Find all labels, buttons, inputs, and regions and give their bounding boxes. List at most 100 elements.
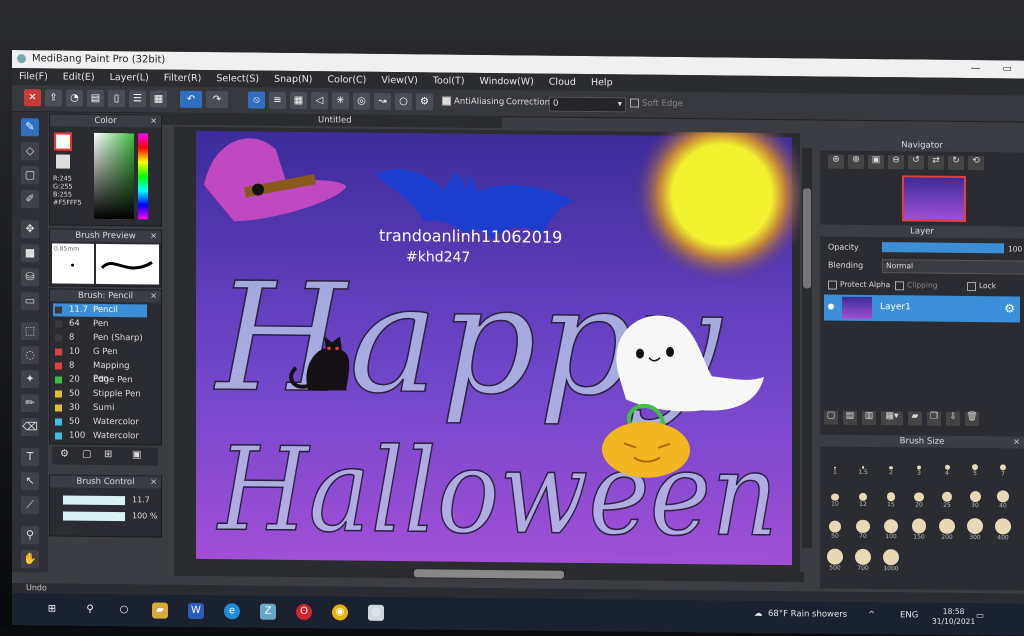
brush-size-cell[interactable]: 7 [990,452,1016,480]
snap-settings-icon[interactable]: ⚙ [416,93,433,111]
brush-size-cell[interactable]: 300 [962,516,988,544]
search-icon[interactable]: ⚲ [82,602,98,618]
lang-indicator[interactable]: ENG [900,610,918,620]
share-icon[interactable]: ⇪ [45,89,62,107]
close-icon[interactable]: ✕ [150,115,157,127]
circle-snap-icon[interactable]: ◎ [353,92,370,110]
text-tool-icon[interactable]: T [21,448,39,467]
start-icon[interactable]: ⊞ [44,601,60,617]
brush-size-cell[interactable]: 2 [878,451,904,479]
brush-size-cell[interactable]: 4 [934,452,960,480]
brush-list-item[interactable]: 100 Watercolor [53,429,147,443]
lasso-tool-icon[interactable]: ◌ [21,346,39,365]
new-brush-icon[interactable]: ▢ [82,449,91,460]
soft-edge-checkbox[interactable] [630,98,639,108]
brush-tool-icon[interactable]: ✎ [21,118,39,137]
new-layer-icon[interactable]: ▢ [824,410,838,425]
select-eraser-icon[interactable]: ⌫ [21,418,39,437]
menu-view[interactable]: View(V) [374,72,425,90]
crisscross-snap-icon[interactable]: ▦ [290,91,307,110]
eyedropper-tool-icon[interactable]: ⚲ [21,526,39,545]
brush-size-cell[interactable]: 1000 [878,547,904,575]
soft-edge-toggle[interactable]: Soft Edge [630,98,683,109]
radial-snap-icon[interactable]: ✳ [332,92,349,110]
canvas[interactable]: trandoanlinh11062019 #khd247 Happy Hallo… [174,104,812,574]
select-pen-tool-icon[interactable]: ✏ [21,394,39,413]
brush-list-item[interactable]: 64 Pen [53,317,147,331]
brush-list-item[interactable]: 20 Edge Pen [53,373,147,387]
add-brush-icon[interactable]: ⊞ [104,449,112,460]
chrome-icon[interactable]: ◉ [332,604,348,621]
correction-dropdown[interactable]: 0 ▾ [549,96,626,113]
layer-visibility-icon[interactable] [828,303,834,310]
undo-icon[interactable]: ↶ [180,90,202,108]
new-1bit-layer-icon[interactable]: ▥ [862,410,876,426]
brush-list-item[interactable]: 50 Watercolor [53,415,147,429]
select-rect-icon[interactable]: ⬚ [21,322,39,341]
menu-file[interactable]: File(F) [12,68,56,85]
lock-checkbox[interactable] [967,281,976,291]
clock[interactable]: 18:58 31/10/2021 [932,607,975,627]
brush-list-item[interactable]: 10 G Pen [53,345,147,359]
parallel-snap-icon[interactable]: ≡ [269,91,286,109]
magic-wand-icon[interactable]: ✦ [21,370,39,389]
brush-size-cell[interactable]: 400 [990,516,1016,544]
brush-size-cell[interactable]: 150 [906,515,932,543]
weather-text[interactable]: 68°F Rain showers [768,609,847,620]
close-doc-icon[interactable]: ✕ [24,89,41,107]
flip-icon[interactable]: ⇄ [928,155,944,170]
brush-size-cell[interactable]: 5 [962,452,988,480]
close-icon[interactable]: ✕ [150,290,157,302]
layer-row[interactable]: Layer1 ⚙ [824,294,1020,323]
vanishing-snap-icon[interactable]: ◁ [311,92,328,110]
menu-help[interactable]: Help [584,74,621,91]
brush-size-cell[interactable]: 25 [934,484,960,512]
folder-icon[interactable]: ▰ [908,411,922,426]
tray-chevron-icon[interactable]: ^ [868,610,875,620]
duplicate-layer-icon[interactable]: ❐ [927,411,941,426]
close-icon[interactable]: ✕ [1013,436,1020,448]
clipping-toggle[interactable]: Clipping [895,280,938,290]
zalo-icon[interactable]: Z [260,603,276,620]
word-icon[interactable]: W [188,602,204,620]
document-tab[interactable]: Untitled [318,114,352,126]
brush-list-item[interactable]: 11.7 Pencil [53,303,147,318]
brush-list-item[interactable]: 50 Stipple Pen [53,387,147,401]
rotate-right-icon[interactable]: ↻ [948,155,964,170]
new-8bit-layer-icon[interactable]: ▤ [843,410,857,425]
brush-settings-icon[interactable]: ⚙ [60,449,69,460]
ellipse-snap-icon[interactable]: ○ [395,93,412,111]
brush-size-slider[interactable] [63,495,125,506]
blending-dropdown[interactable]: Normal [882,259,1024,275]
menu-filter[interactable]: Filter(R) [157,70,210,88]
brush-size-cell[interactable]: 15 [878,483,904,511]
brush-size-cell[interactable]: 12 [850,483,876,511]
comment-icon[interactable]: ▤ [87,89,104,107]
delete-layer-icon[interactable]: 🗑 [965,411,979,427]
brush-size-cell[interactable]: 20 [906,483,932,511]
brush-size-cell[interactable]: 1.5 [850,451,876,479]
brush-size-cell[interactable]: 200 [934,516,960,544]
zoom-out-icon[interactable]: ⊖ [888,155,904,170]
eraser-tool-icon[interactable]: ◇ [21,142,39,161]
hscroll-thumb[interactable] [414,569,564,579]
move-tool-icon[interactable]: ✥ [21,220,39,239]
menu-edit[interactable]: Edit(E) [56,68,103,85]
bucket-tool-icon[interactable]: ⛁ [21,268,39,287]
hand-tool-icon[interactable]: ✋ [21,550,39,569]
hue-slider[interactable] [138,133,148,220]
layer-settings-icon[interactable]: ⚙ [1004,301,1015,315]
foreground-color-swatch[interactable] [54,132,72,151]
brush-list-item[interactable]: 8 Pen (Sharp) [53,331,147,345]
page-icon[interactable]: ▯ [108,90,125,108]
brush-opacity-slider[interactable] [63,511,125,522]
menu-window[interactable]: Window(W) [473,73,542,91]
add-layer-menu-icon[interactable]: ▦▾ [881,411,903,426]
copy-brush-icon[interactable]: ▣ [132,449,141,460]
menu-cloud[interactable]: Cloud [542,74,584,91]
protect-alpha-checkbox[interactable] [828,280,837,290]
no-snap-icon[interactable]: ⦸ [248,91,265,109]
protect-alpha-toggle[interactable]: Protect Alpha [828,280,890,290]
antialiasing-checkbox[interactable] [442,96,451,106]
opera-icon[interactable]: O [296,603,312,621]
